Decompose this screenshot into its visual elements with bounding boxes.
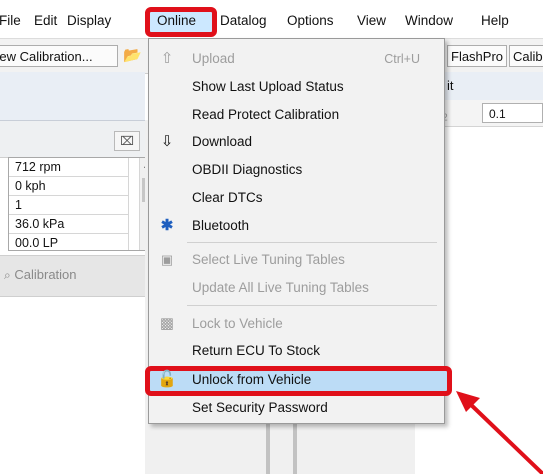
pointer-arrow-icon — [456, 391, 543, 474]
